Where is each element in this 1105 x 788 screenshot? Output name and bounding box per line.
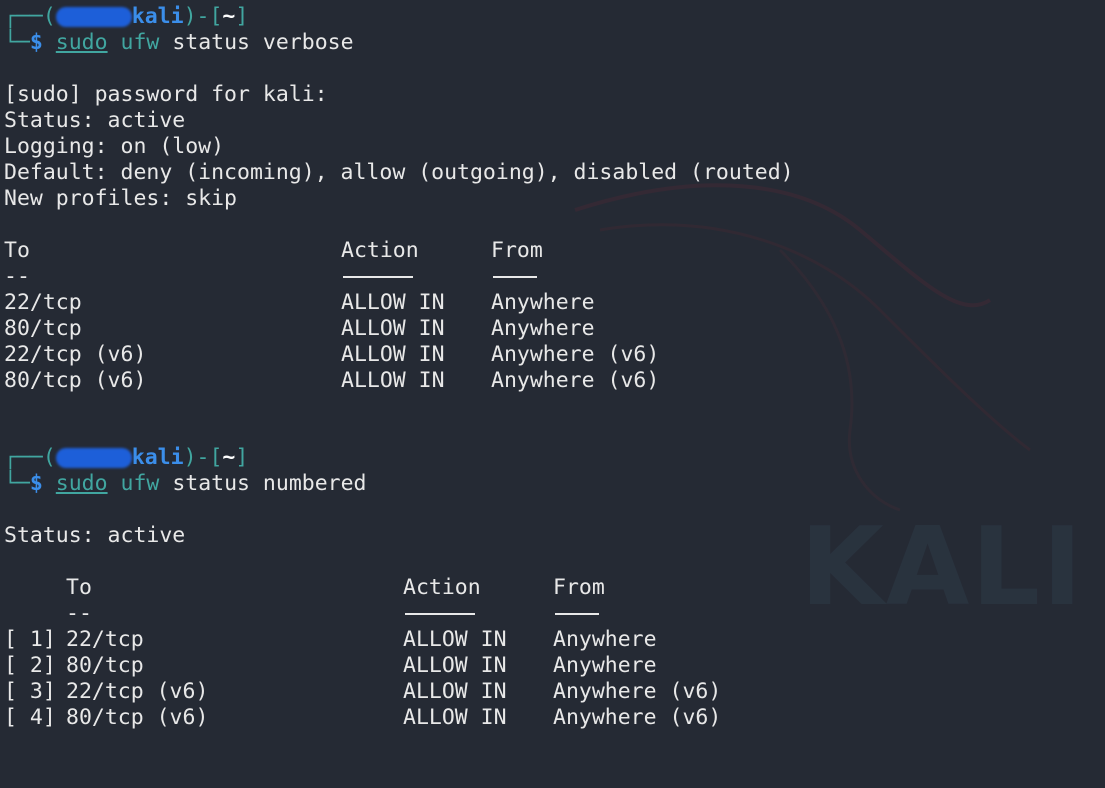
table-cell-from: Anywhere (v6) (553, 705, 722, 730)
table-header-to: To (4, 238, 30, 263)
prompt-frame: )-[ (183, 4, 223, 29)
table-cell-action: ALLOW IN (341, 368, 445, 393)
prompt-frame: ] (235, 4, 249, 29)
table-header-action: Action (341, 238, 419, 263)
action-separator (405, 613, 475, 615)
to-separator: -- (4, 264, 30, 289)
prompt-host: kali (131, 445, 184, 470)
rule-number: [ 1] (4, 627, 56, 652)
new-profiles-line: New profiles: skip (4, 186, 237, 211)
to-separator: -- (66, 601, 92, 626)
redacted-username (55, 448, 132, 468)
logging-line: Logging: on (low) (4, 134, 225, 159)
table-cell-from: Anywhere (491, 290, 595, 315)
table-header-action: Action (403, 575, 481, 600)
prompt-corner: └─ (4, 30, 30, 55)
command-args: status verbose (172, 30, 354, 55)
rule-number: [ 3] (4, 679, 56, 704)
status-line: Status: active (4, 108, 186, 133)
default-policy-line: Default: deny (incoming), allow (outgoin… (4, 160, 794, 185)
from-separator (493, 276, 537, 278)
command-line-2: └─$ sudo ufw status numbered (4, 471, 367, 497)
table-cell-from: Anywhere (491, 316, 595, 341)
prompt-dir: ~ (222, 4, 236, 29)
command-ufw: ufw (120, 471, 160, 496)
rule-number: [ 4] (4, 705, 56, 730)
prompt-frame: ┌──( (4, 445, 56, 470)
table-cell-from: Anywhere (553, 653, 657, 678)
table-cell-action: ALLOW IN (341, 290, 445, 315)
prompt-dollar: $ (29, 471, 43, 496)
table-header-to: To (66, 575, 92, 600)
action-separator (343, 276, 413, 278)
prompt-frame: )-[ (183, 445, 223, 470)
table-cell-action: ALLOW IN (403, 705, 507, 730)
table-cell-to: 80/tcp (66, 653, 144, 678)
table-header-from: From (491, 238, 543, 263)
prompt-line-2: ┌──( kali)-[~] (4, 445, 248, 471)
command-sudo: sudo (55, 30, 108, 55)
command-args: status numbered (172, 471, 367, 496)
table-cell-action: ALLOW IN (403, 679, 507, 704)
table-cell-action: ALLOW IN (403, 653, 507, 678)
prompt-dir: ~ (222, 445, 236, 470)
prompt-frame: ] (235, 445, 249, 470)
table-cell-from: Anywhere (553, 627, 657, 652)
table-cell-action: ALLOW IN (341, 316, 445, 341)
watermark-text: KALI (800, 505, 1085, 630)
table-cell-to: 22/tcp (v6) (4, 342, 147, 367)
prompt-dollar: $ (29, 30, 43, 55)
table-cell-from: Anywhere (v6) (491, 342, 660, 367)
sudo-password-prompt: [sudo] password for kali: (4, 82, 328, 107)
redacted-username (55, 7, 132, 27)
prompt-line-1: ┌──( kali)-[~] (4, 4, 248, 30)
prompt-corner: └─ (4, 471, 30, 496)
status-line: Status: active (4, 523, 186, 548)
table-cell-action: ALLOW IN (341, 342, 445, 367)
table-cell-from: Anywhere (v6) (491, 368, 660, 393)
prompt-frame: ┌──( (4, 4, 56, 29)
table-header-from: From (553, 575, 605, 600)
table-cell-to: 22/tcp (4, 290, 82, 315)
table-cell-to: 22/tcp (66, 627, 144, 652)
command-sudo: sudo (55, 471, 108, 496)
command-ufw: ufw (120, 30, 160, 55)
prompt-host: kali (131, 4, 184, 29)
table-cell-to: 80/tcp (v6) (4, 368, 147, 393)
table-cell-to: 80/tcp (v6) (66, 705, 209, 730)
table-cell-from: Anywhere (v6) (553, 679, 722, 704)
rule-number: [ 2] (4, 653, 56, 678)
table-cell-action: ALLOW IN (403, 627, 507, 652)
table-cell-to: 80/tcp (4, 316, 82, 341)
table-cell-to: 22/tcp (v6) (66, 679, 209, 704)
from-separator (555, 613, 599, 615)
command-line-1: └─$ sudo ufw status verbose (4, 30, 354, 56)
